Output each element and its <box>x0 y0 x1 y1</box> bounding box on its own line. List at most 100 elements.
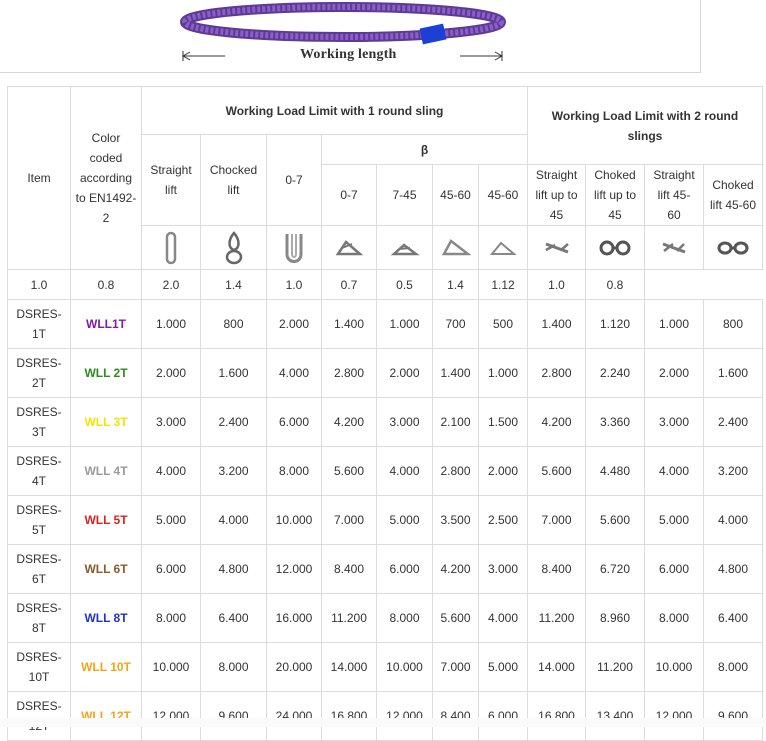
wll-color-label: WLL 12T <box>70 691 142 741</box>
wll-value-cell: 5.000 <box>376 495 433 545</box>
wll-value-cell: 16.800 <box>321 691 377 741</box>
wll-value-cell: 4.000 <box>266 348 322 398</box>
item-code: DSRES-10T <box>7 642 71 692</box>
wll-value-cell: 6.400 <box>703 593 763 643</box>
wll-value-cell: 8.400 <box>432 691 479 741</box>
wll-value-cell: 1.000 <box>644 299 704 349</box>
wll-value-cell: 8.960 <box>585 593 645 643</box>
wll-value-cell: 10.000 <box>141 642 201 692</box>
wll-value-cell: 14.000 <box>321 642 377 692</box>
basket-angle-45-60-icon <box>432 225 479 270</box>
wll-value-cell: 4.000 <box>644 446 704 496</box>
factor-cell: 0.5 <box>376 269 433 300</box>
wll-value-cell: 12.000 <box>141 691 201 741</box>
basket-angle-7-45-icon <box>376 225 433 270</box>
wll-value-cell: 700 <box>432 299 479 349</box>
wll-value-cell: 12.000 <box>376 691 433 741</box>
wll-color-label: WLL1T <box>70 299 142 349</box>
wll-value-cell: 3.500 <box>432 495 479 545</box>
wll-value-cell: 5.600 <box>527 446 586 496</box>
table-row: DSRES-4T WLL 4T 4.000 3.200 8.000 5.600 4.000 2… <box>7 446 763 496</box>
sub-header-two-straight: Straight lift up to 45 <box>527 164 586 226</box>
wll-value-cell: 6.000 <box>141 544 201 594</box>
wll-value-cell: 16.000 <box>266 593 322 643</box>
wll-value-cell: 2.400 <box>200 397 267 447</box>
wll-color-label: WLL 3T <box>70 397 142 447</box>
factor-cell: 0.7 <box>321 269 377 300</box>
wll-value-cell: 500 <box>478 299 528 349</box>
wll-value-cell: 7.000 <box>527 495 586 545</box>
wll-value-cell: 2.000 <box>644 348 704 398</box>
wll-value-cell: 10.000 <box>644 642 704 692</box>
table-row: DSRES-6T WLL 6T 6.000 4.800 12.000 8.400 6.000… <box>7 544 763 594</box>
wll-value-cell: 14.000 <box>527 642 586 692</box>
wll-value-cell: 11.200 <box>527 593 586 643</box>
factor-cell: 1.12 <box>478 269 528 300</box>
two-leg-straight-icon <box>527 225 586 270</box>
wll-value-cell: 1.000 <box>376 299 433 349</box>
item-code: DSRES-6T <box>7 544 71 594</box>
wll-value-cell: 2.800 <box>321 348 377 398</box>
sub-header-choked: Chocked lift <box>200 134 267 226</box>
wll-color-label: WLL 6T <box>70 544 142 594</box>
beta-col-0-7: 0-7 <box>321 164 377 226</box>
wll-color-label: WLL 8T <box>70 593 142 643</box>
wll-value-cell: 16.800 <box>527 691 586 741</box>
wll-value-cell: 1.400 <box>321 299 377 349</box>
wll-value-cell: 5.000 <box>478 642 528 692</box>
beta-col-45-60: 45-60 <box>432 164 479 226</box>
wll-value-cell: 3.000 <box>376 397 433 447</box>
wll-value-cell: 5.600 <box>432 593 479 643</box>
wll-value-cell: 2.000 <box>478 446 528 496</box>
wll-value-cell: 4.000 <box>141 446 201 496</box>
wll-value-cell: 5.000 <box>644 495 704 545</box>
wll-value-cell: 4.000 <box>478 593 528 643</box>
wll-value-cell: 4.000 <box>376 446 433 496</box>
wll-color-label: WLL 4T <box>70 446 142 496</box>
wll-value-cell: 5.600 <box>585 495 645 545</box>
wll-value-cell: 1.400 <box>527 299 586 349</box>
wll-value-cell: 20.000 <box>266 642 322 692</box>
wll-value-cell: 6.720 <box>585 544 645 594</box>
page-footer-strip <box>0 718 766 727</box>
wll-value-cell: 3.000 <box>141 397 201 447</box>
wll-value-cell: 9.600 <box>200 691 267 741</box>
wll-color-label: WLL 2T <box>70 348 142 398</box>
wll-value-cell: 7.000 <box>321 495 377 545</box>
table-row: DSRES-1T WLL1T 1.000 800 2.000 1.400 1.000 700 5… <box>7 299 763 349</box>
wll-value-cell: 8.000 <box>200 642 267 692</box>
wll-value-cell: 1.120 <box>585 299 645 349</box>
wll-value-cell: 1.500 <box>478 397 528 447</box>
two-leg-choked-45-60-icon <box>703 225 763 270</box>
table-row: DSRES-3T WLL 3T 3.000 2.400 6.000 4.200 3.000 2… <box>7 397 763 447</box>
factor-cell: 0.8 <box>585 269 645 300</box>
sub-header-two-choked-45-60: Choked lift 45-60 <box>703 164 763 226</box>
item-code: DSRES-2T <box>7 348 71 398</box>
wll-spec-table: Item Color coded according to EN1492-2 W… <box>7 86 763 741</box>
wll-value-cell: 4.480 <box>585 446 645 496</box>
wll-value-cell: 8.000 <box>266 446 322 496</box>
wll-value-cell: 4.200 <box>321 397 377 447</box>
wll-value-cell: 2.800 <box>432 446 479 496</box>
factor-cell: 1.0 <box>527 269 586 300</box>
two-leg-straight-45-60-icon <box>644 225 704 270</box>
wll-value-cell: 3.360 <box>585 397 645 447</box>
table-row: DSRES-5T WLL 5T 5.000 4.000 10.000 7.000 5.000… <box>7 495 763 545</box>
wll-value-cell: 2.000 <box>141 348 201 398</box>
wll-value-cell: 3.000 <box>478 544 528 594</box>
wll-value-cell: 8.000 <box>644 593 704 643</box>
wll-value-cell: 6.400 <box>200 593 267 643</box>
wll-value-cell: 2.500 <box>478 495 528 545</box>
wll-value-cell: 4.200 <box>432 544 479 594</box>
wll-value-cell: 2.000 <box>376 348 433 398</box>
basket-angle-0-7-icon <box>321 225 377 270</box>
wll-value-cell: 800 <box>200 299 267 349</box>
wll-value-cell: 1.000 <box>141 299 201 349</box>
wll-value-cell: 800 <box>703 299 763 349</box>
factor-cell: 1.4 <box>432 269 479 300</box>
factor-cell: 2.0 <box>141 269 201 300</box>
wll-color-label: WLL 10T <box>70 642 142 692</box>
table-row: DSRES-10T WLL 10T 10.000 8.000 20.000 14.000 1… <box>7 642 763 692</box>
wll-value-cell: 7.000 <box>432 642 479 692</box>
wll-value-cell: 3.200 <box>703 446 763 496</box>
